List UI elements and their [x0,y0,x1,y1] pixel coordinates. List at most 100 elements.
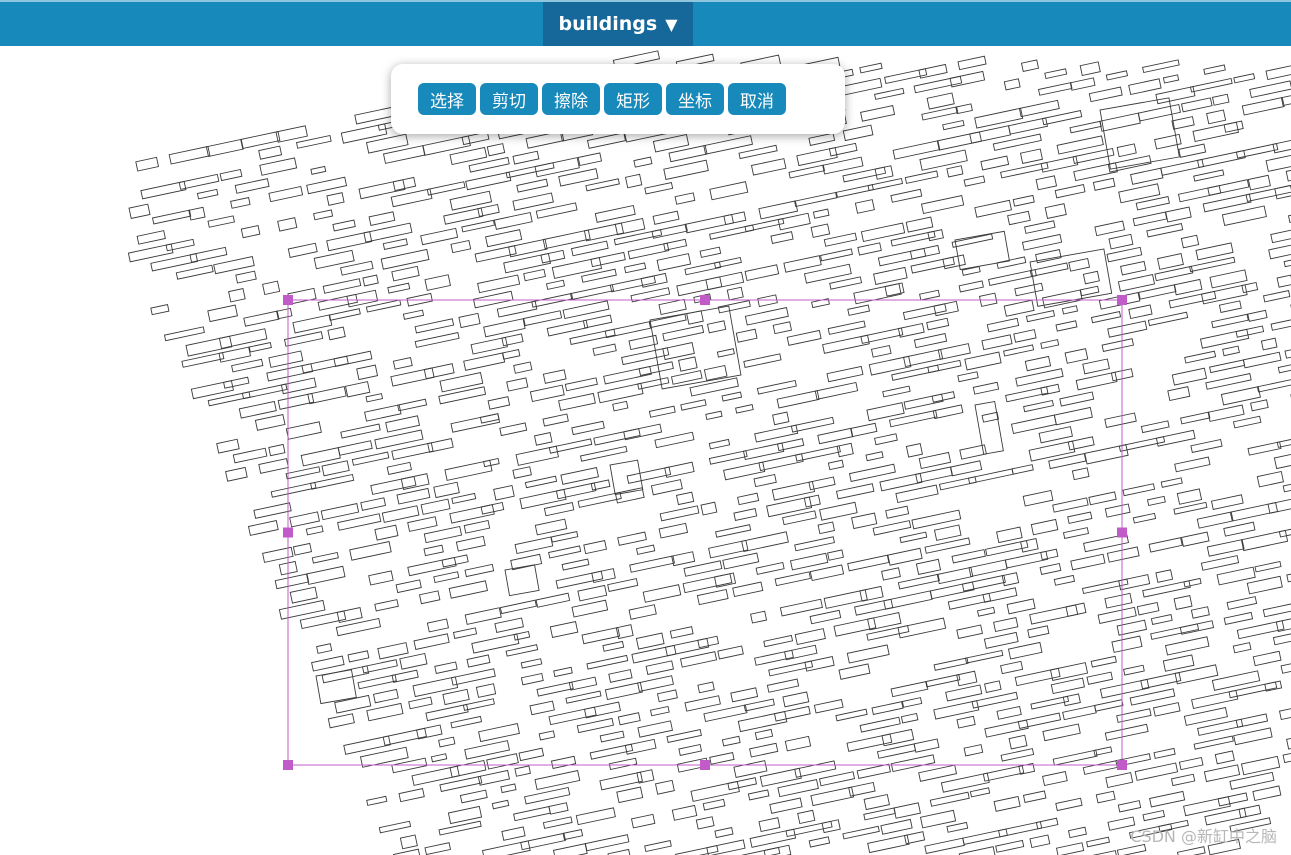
building-footprint [1214,750,1235,765]
map-canvas[interactable] [0,46,1291,855]
handle-top-middle[interactable] [700,295,710,305]
building-footprint [571,599,609,618]
building-footprint [1283,255,1291,268]
building-footprint [1090,655,1117,668]
building-footprint [1146,495,1166,507]
building-footprint [1140,420,1170,434]
building-footprint [477,203,500,217]
building-footprint [995,839,1025,853]
building-footprint [783,255,822,273]
handle-bottom-left[interactable] [283,760,293,770]
building-footprint [1081,578,1129,595]
building-footprint [993,795,1021,812]
building-footprint [996,705,1022,720]
building-footprint [790,416,835,433]
building-footprint [501,349,521,360]
building-footprint [1029,834,1051,849]
building-footprint [649,705,670,717]
building-footprint [1079,61,1101,77]
building-footprint [1030,518,1059,536]
building-footprint [1196,150,1246,168]
building-footprint [425,703,469,722]
layer-select-dropdown[interactable]: buildings ▼ [543,2,693,46]
building-footprint [1150,623,1200,640]
building-footprint [1099,112,1141,132]
building-footprint [1041,289,1083,309]
building-footprint [223,376,250,389]
building-footprint [1278,707,1291,721]
building-footprint [1021,233,1063,251]
building-footprint [378,820,412,834]
building-footprint [439,372,484,393]
building-footprint [577,152,603,167]
building-footprint [630,813,656,829]
building-footprint [810,786,855,807]
building-footprint [1274,183,1291,200]
building-footprint [1067,826,1087,839]
building-footprint [1206,539,1245,557]
building-footprint [648,313,687,329]
handle-bottom-right[interactable] [1117,760,1127,770]
building-footprint [163,326,205,342]
building-footprint [902,303,947,321]
building-footprint [322,278,362,294]
building-footprint [774,571,811,587]
building-footprint [185,335,233,357]
building-footprint [635,632,665,650]
handle-top-left[interactable] [283,295,293,305]
building-footprint [705,271,745,291]
building-footprint [275,125,308,143]
building-footprint [332,219,356,232]
building-footprint [1106,246,1143,263]
building-footprint [890,188,923,203]
handle-bottom-middle[interactable] [700,760,710,770]
building-footprint [553,666,573,678]
building-footprint [493,211,533,230]
building-footprint [390,367,435,387]
building-footprint [1149,790,1186,808]
building-footprint [1053,406,1093,426]
building-footprint [823,232,858,247]
building-footprint [1062,704,1097,721]
building-footprint [794,628,826,646]
building-footprint [317,293,358,311]
building-footprint [477,274,521,294]
building-footprint [678,743,703,756]
building-footprint [803,494,821,508]
building-footprint [1232,415,1262,429]
coordinates-button[interactable]: 坐标 [666,83,724,115]
building-footprint [1262,290,1291,303]
building-footprint [390,188,433,208]
building-footprint [963,175,986,187]
building-footprint [1117,274,1156,292]
building-footprint [1111,635,1143,653]
building-footprint [1082,270,1100,285]
cancel-button[interactable]: 取消 [728,83,786,115]
handle-middle-right[interactable] [1117,527,1127,538]
building-footprint [433,481,460,499]
building-footprint [592,343,617,356]
building-footprint [958,280,984,293]
building-footprint [1069,120,1102,134]
building-footprint [910,256,955,274]
building-footprint [189,246,228,263]
building-footprint [1123,664,1145,676]
rectangle-button[interactable]: 矩形 [604,83,662,115]
building-footprint [1062,527,1090,540]
building-footprint [969,787,991,798]
building-footprint [964,649,1004,664]
building-footprint [919,289,941,301]
building-footprint [629,555,675,573]
handle-middle-left[interactable] [283,527,293,538]
building-footprint [769,797,803,814]
building-footprint [481,840,531,855]
building-footprint [856,763,891,779]
building-footprint [1173,501,1208,515]
erase-button[interactable]: 擦除 [542,83,600,115]
select-button[interactable]: 选择 [418,83,476,115]
building-footprint [1246,575,1283,595]
handle-top-right[interactable] [1117,295,1127,305]
building-footprint [1249,80,1291,99]
building-footprint [882,385,911,398]
cut-button[interactable]: 剪切 [480,83,538,115]
